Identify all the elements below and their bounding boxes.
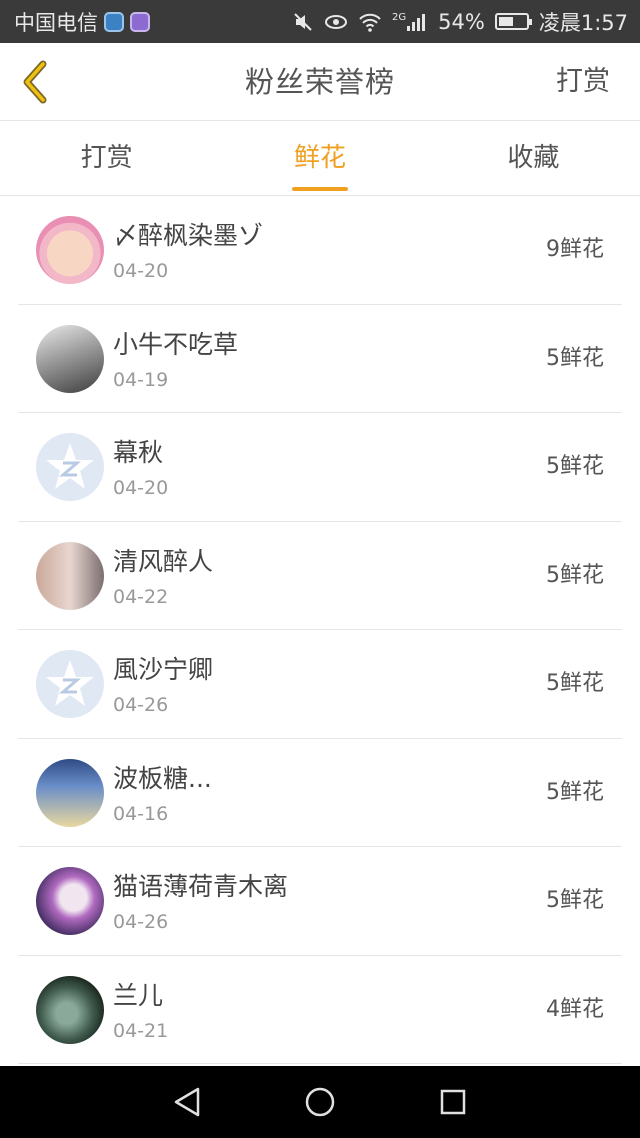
fan-date: 04-16	[113, 802, 169, 825]
fan-date: 04-22	[113, 585, 169, 608]
list-item[interactable]: 小牛不吃草 04-19 5鲜花	[18, 305, 622, 413]
fan-name: 兰儿	[113, 980, 164, 1010]
flower-count: 5鲜花	[546, 345, 604, 371]
fan-date: 04-19	[113, 368, 169, 391]
avatar	[36, 216, 104, 284]
signal-type-label: 2G	[392, 11, 407, 23]
list-item[interactable]: 〆醉枫染墨ゾ 04-20 9鲜花	[18, 196, 622, 305]
wifi-icon	[358, 12, 382, 32]
battery-icon	[494, 13, 532, 30]
tab-bar: 打赏 鲜花 收藏	[0, 121, 640, 196]
fan-name: 幕秋	[113, 438, 164, 467]
eye-icon	[324, 13, 348, 31]
system-nav-bar	[0, 1066, 640, 1138]
tab-favorites[interactable]: 收藏	[427, 121, 640, 195]
flower-count: 5鲜花	[546, 671, 604, 696]
tab-reward[interactable]: 打赏	[0, 121, 213, 195]
fan-name: 猫语薄荷青木离	[113, 872, 289, 901]
fan-ranking-list: 〆醉枫染墨ゾ 04-20 9鲜花 小牛不吃草 04-19 5鲜花 幕秋 04-2…	[18, 196, 622, 1064]
avatar	[36, 541, 104, 610]
fan-name: 清风醉人	[113, 546, 214, 576]
default-star-avatar-icon	[46, 443, 94, 489]
reward-button[interactable]: 打赏	[556, 43, 610, 121]
mute-icon	[292, 11, 314, 33]
square-recents-icon	[441, 1089, 466, 1115]
triangle-back-icon	[174, 1087, 199, 1117]
fan-date: 04-26	[113, 911, 169, 933]
avatar	[36, 975, 104, 1044]
nav-home-button[interactable]	[290, 1072, 350, 1132]
list-item[interactable]: 波板糖... 04-16 5鲜花	[18, 739, 622, 847]
page-header: 粉丝荣誉榜 打赏	[0, 43, 640, 121]
list-item[interactable]: 兰儿 04-21 4鲜花	[18, 956, 622, 1064]
fan-date: 04-26	[113, 694, 169, 716]
avatar	[36, 650, 104, 718]
qq-notification-icon	[130, 11, 150, 32]
tab-flowers[interactable]: 鲜花	[213, 121, 426, 195]
battery-level-fill	[498, 17, 513, 26]
avatar	[36, 433, 104, 501]
list-item[interactable]: 風沙宁卿 04-26 5鲜花	[18, 630, 622, 739]
fan-date: 04-20	[113, 260, 169, 282]
list-item[interactable]: 幕秋 04-20 5鲜花	[18, 413, 622, 522]
fan-name: 波板糖...	[113, 763, 212, 793]
fan-name: 小牛不吃草	[113, 329, 239, 359]
page-title: 粉丝荣誉榜	[244, 65, 395, 99]
avatar	[36, 867, 104, 935]
fan-name: 〆醉枫染墨ゾ	[113, 221, 264, 250]
flower-count: 5鲜花	[546, 888, 604, 913]
flower-count: 9鲜花	[546, 237, 604, 262]
carrier-label: 中国电信	[14, 10, 98, 35]
clock: 凌晨1:57	[538, 10, 628, 35]
cell-signal-icon: 2G	[392, 12, 428, 32]
nav-back-button[interactable]	[157, 1072, 217, 1132]
fan-name: 風沙宁卿	[113, 655, 214, 684]
nav-recents-button[interactable]	[423, 1072, 483, 1132]
default-star-avatar-icon	[46, 660, 94, 706]
avatar	[36, 758, 104, 827]
list-item[interactable]: 清风醉人 04-22 5鲜花	[18, 522, 622, 630]
flower-count: 5鲜花	[546, 454, 604, 479]
fan-date: 04-21	[113, 1019, 169, 1042]
shield-notification-icon	[104, 11, 124, 32]
flower-count: 5鲜花	[546, 562, 604, 588]
list-item[interactable]: 猫语薄荷青木离 04-26 5鲜花	[18, 847, 622, 956]
avatar	[36, 324, 104, 393]
circle-home-icon	[305, 1087, 335, 1117]
fan-date: 04-20	[113, 477, 169, 499]
status-bar: 中国电信 2G 54% 凌晨1:57	[0, 0, 640, 43]
flower-count: 5鲜花	[546, 779, 604, 805]
flower-count: 4鲜花	[546, 996, 604, 1022]
battery-percent: 54%	[438, 9, 485, 34]
